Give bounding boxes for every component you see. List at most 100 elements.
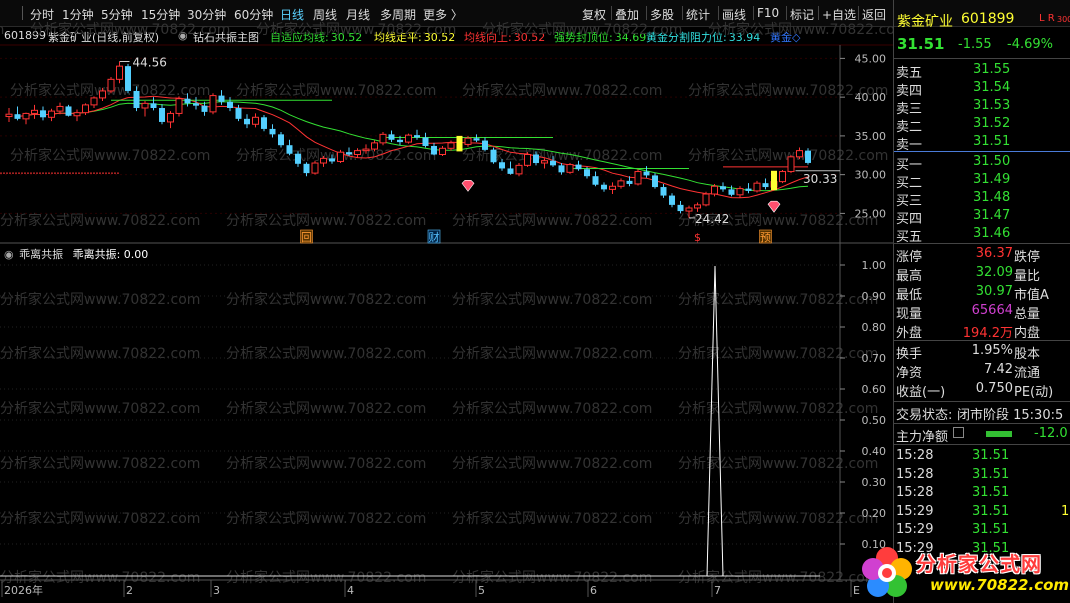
sell-order-row[interactable]: 卖一 31.51 — [894, 134, 1070, 153]
current-price-tag: 30.33 — [803, 172, 837, 186]
order-price: 31.48 — [973, 190, 1011, 205]
order-price: 31.47 — [973, 208, 1011, 223]
sub-axis-label: 0.50 — [862, 414, 887, 427]
buy-order-row[interactable]: 买一 31.50 — [894, 154, 1070, 173]
stat-label-2: PE(动) — [1014, 385, 1054, 400]
stat-label-2: 流通 — [1014, 366, 1041, 381]
candle-body — [90, 97, 98, 106]
date-axis-label: 2 — [126, 584, 133, 597]
buy-order-row[interactable]: 买二 31.49 — [894, 172, 1070, 191]
sub-axis-label: 0.20 — [862, 507, 887, 520]
order-price: 31.50 — [973, 154, 1011, 169]
signal-marker: $ — [694, 231, 701, 244]
candle-body — [184, 98, 191, 104]
stat-label-2: 股本 — [1014, 347, 1041, 362]
candle-body — [634, 171, 642, 185]
date-axis-label: 6 — [590, 584, 597, 597]
stat-label-2: 总量 — [1014, 307, 1041, 322]
chevron-down-icon[interactable]: ◉ — [4, 248, 14, 261]
diamond-icon — [461, 179, 475, 192]
watermark-text: 分析家公式网www.70822.com — [708, 21, 893, 38]
watermark-text: 分析家公式网www.70822.com — [226, 291, 426, 308]
watermark-text: 分析家公式网www.70822.com — [452, 455, 652, 472]
candle-body — [320, 157, 327, 164]
stat-row: 现量 65664 总量 — [894, 303, 1070, 322]
price-axis-label: 35.00 — [855, 130, 887, 143]
signal-marker: 预 — [760, 231, 771, 244]
ma-line — [25, 101, 809, 192]
sub-chart-title[interactable]: 乖离共振 — [19, 248, 63, 261]
candle-body — [82, 104, 89, 114]
order-price: 31.51 — [973, 134, 1011, 149]
stat-label-2: 量比 — [1014, 269, 1041, 284]
buy-order-row[interactable]: 买四 31.47 — [894, 208, 1070, 227]
candle-body — [167, 112, 174, 123]
tick-row: 15:29 31.51 1 — [894, 504, 1070, 521]
tick-price: 31.51 — [972, 503, 1010, 519]
tick-time: 15:28 — [896, 448, 934, 463]
watermark-text: 分析家公式网www.70822.com — [226, 345, 426, 362]
candle-body — [669, 195, 675, 205]
candle-body — [584, 169, 590, 177]
candle-body — [617, 180, 625, 187]
order-label: 卖二 — [896, 120, 923, 135]
tick-price: 31.51 — [972, 485, 1010, 500]
stat-label: 外盘 — [896, 326, 923, 341]
order-label: 买二 — [896, 176, 923, 191]
stat-label: 收益(一) — [896, 385, 946, 400]
price-chart-area[interactable]: 分析家公式网www.70822.com 分析家公式网www.70822.com 分析… — [0, 0, 893, 603]
quote-panel: 紫金矿业 601899 L R 300 31.51 -1.55 -4.69% 卖… — [893, 0, 1070, 603]
candle-body — [507, 168, 514, 174]
price-axis: 45.00 40.00 35.00 30.00 25.00 — [840, 52, 886, 220]
candle-body — [473, 138, 480, 141]
candle-body — [371, 142, 378, 150]
main-net-value: -12.0 — [1034, 426, 1068, 441]
order-label: 卖五 — [896, 66, 923, 81]
buy-order-row[interactable]: 买五 31.46 — [894, 226, 1070, 245]
candle-body — [762, 183, 769, 188]
sell-order-row[interactable]: 卖二 31.52 — [894, 116, 1070, 135]
candle-body — [22, 112, 30, 120]
tick-time: 15:29 — [896, 522, 934, 537]
candle-body — [31, 109, 38, 114]
candle-body — [447, 142, 455, 149]
sub-chart-value: 乖离共振: 0.00 — [72, 248, 149, 261]
order-label: 买一 — [896, 158, 923, 173]
sell-order-row[interactable]: 卖五 31.55 — [894, 62, 1070, 81]
stat-row: 涨停 36.37 跌停 — [894, 246, 1070, 265]
watermark-text: 分析家公式网www.70822.com — [256, 21, 456, 38]
list-icon[interactable] — [953, 427, 964, 438]
candle-body — [261, 117, 267, 129]
candle-body — [362, 148, 370, 152]
candle-body — [269, 128, 276, 135]
order-price: 31.55 — [973, 62, 1011, 77]
stat-label: 涨停 — [896, 250, 923, 265]
candle-body — [252, 116, 259, 125]
price-axis-label: 40.00 — [855, 91, 887, 104]
sell-order-row[interactable]: 卖三 31.53 — [894, 98, 1070, 117]
flower-logo-icon — [862, 547, 912, 597]
candle-body — [464, 137, 472, 145]
candle-body — [796, 150, 803, 158]
candle-body — [652, 175, 658, 188]
stat-value: 1.95% — [971, 343, 1013, 358]
candle-body — [125, 66, 131, 91]
stat-label-2: 市值A — [1014, 288, 1049, 303]
candle-body — [311, 162, 319, 174]
candle-body — [5, 113, 13, 118]
stat-label: 最高 — [896, 269, 923, 284]
trade-status-value: 闭市阶段 15:30:5 — [957, 408, 1064, 423]
candle-body — [227, 101, 233, 108]
candle-body — [685, 207, 693, 212]
watermark-text: 分析家公式网www.70822.com — [0, 212, 200, 229]
candle-body — [193, 103, 199, 106]
candle-body — [431, 145, 437, 155]
low-label: 24.42 — [695, 212, 729, 226]
candle-body — [736, 188, 744, 196]
tick-row: 15:28 31.51 — [894, 485, 1070, 502]
candle-body — [278, 134, 284, 146]
candle-body — [422, 137, 429, 146]
date-axis-label: 2026年 — [4, 583, 43, 597]
sell-order-row[interactable]: 卖四 31.54 — [894, 80, 1070, 99]
buy-order-row[interactable]: 买三 31.48 — [894, 190, 1070, 209]
